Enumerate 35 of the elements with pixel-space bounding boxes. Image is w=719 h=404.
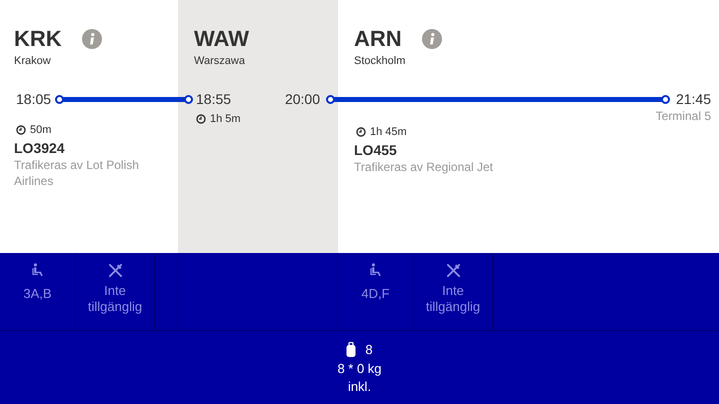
seat-icon: [370, 263, 382, 277]
arrival-time: 18:55: [196, 91, 232, 107]
baggage-status: inkl.: [348, 378, 372, 394]
seat-number: 4D,F: [361, 286, 390, 302]
airport-code: KRK: [14, 26, 62, 52]
flight-number: LO455: [354, 142, 398, 158]
clock-icon: [356, 127, 366, 137]
arrival-time: 21:45: [676, 91, 711, 107]
airport-code: ARN: [354, 26, 402, 52]
terminal-label: Terminal 5: [654, 109, 711, 123]
seat-icon: [32, 263, 44, 277]
clock-icon: [196, 114, 206, 124]
stopover-duration: 1h 5m: [210, 113, 241, 125]
flight-duration: 50m: [30, 124, 52, 136]
suitcase-icon: [346, 342, 356, 358]
fork-knife-icon: [108, 263, 122, 278]
seat-number: 3A,B: [23, 286, 52, 302]
departure-time: 20:00: [284, 91, 320, 107]
info-icon[interactable]: [422, 29, 442, 49]
meal-status: Inte tillgänglig: [86, 283, 144, 314]
city-name: Stockholm: [354, 55, 406, 67]
info-icon[interactable]: [82, 29, 102, 49]
city-name: Warszawa: [194, 55, 246, 67]
clock-icon: [16, 125, 26, 135]
operator-text: Trafikeras av Regional Jet: [354, 160, 494, 176]
fork-knife-icon: [446, 263, 460, 278]
baggage-count: 8: [365, 342, 373, 357]
operator-text: Trafikeras av Lot Polish Airlines: [14, 158, 140, 190]
flight-duration: 1h 45m: [370, 126, 407, 138]
flight-number: LO3924: [14, 140, 66, 156]
meal-status: Inte tillgänglig: [424, 283, 482, 314]
city-name: Krakow: [14, 55, 52, 67]
airport-code: WAW: [194, 26, 249, 52]
departure-time: 18:05: [16, 91, 52, 107]
baggage-weight: 8 * 0 kg: [337, 360, 382, 376]
